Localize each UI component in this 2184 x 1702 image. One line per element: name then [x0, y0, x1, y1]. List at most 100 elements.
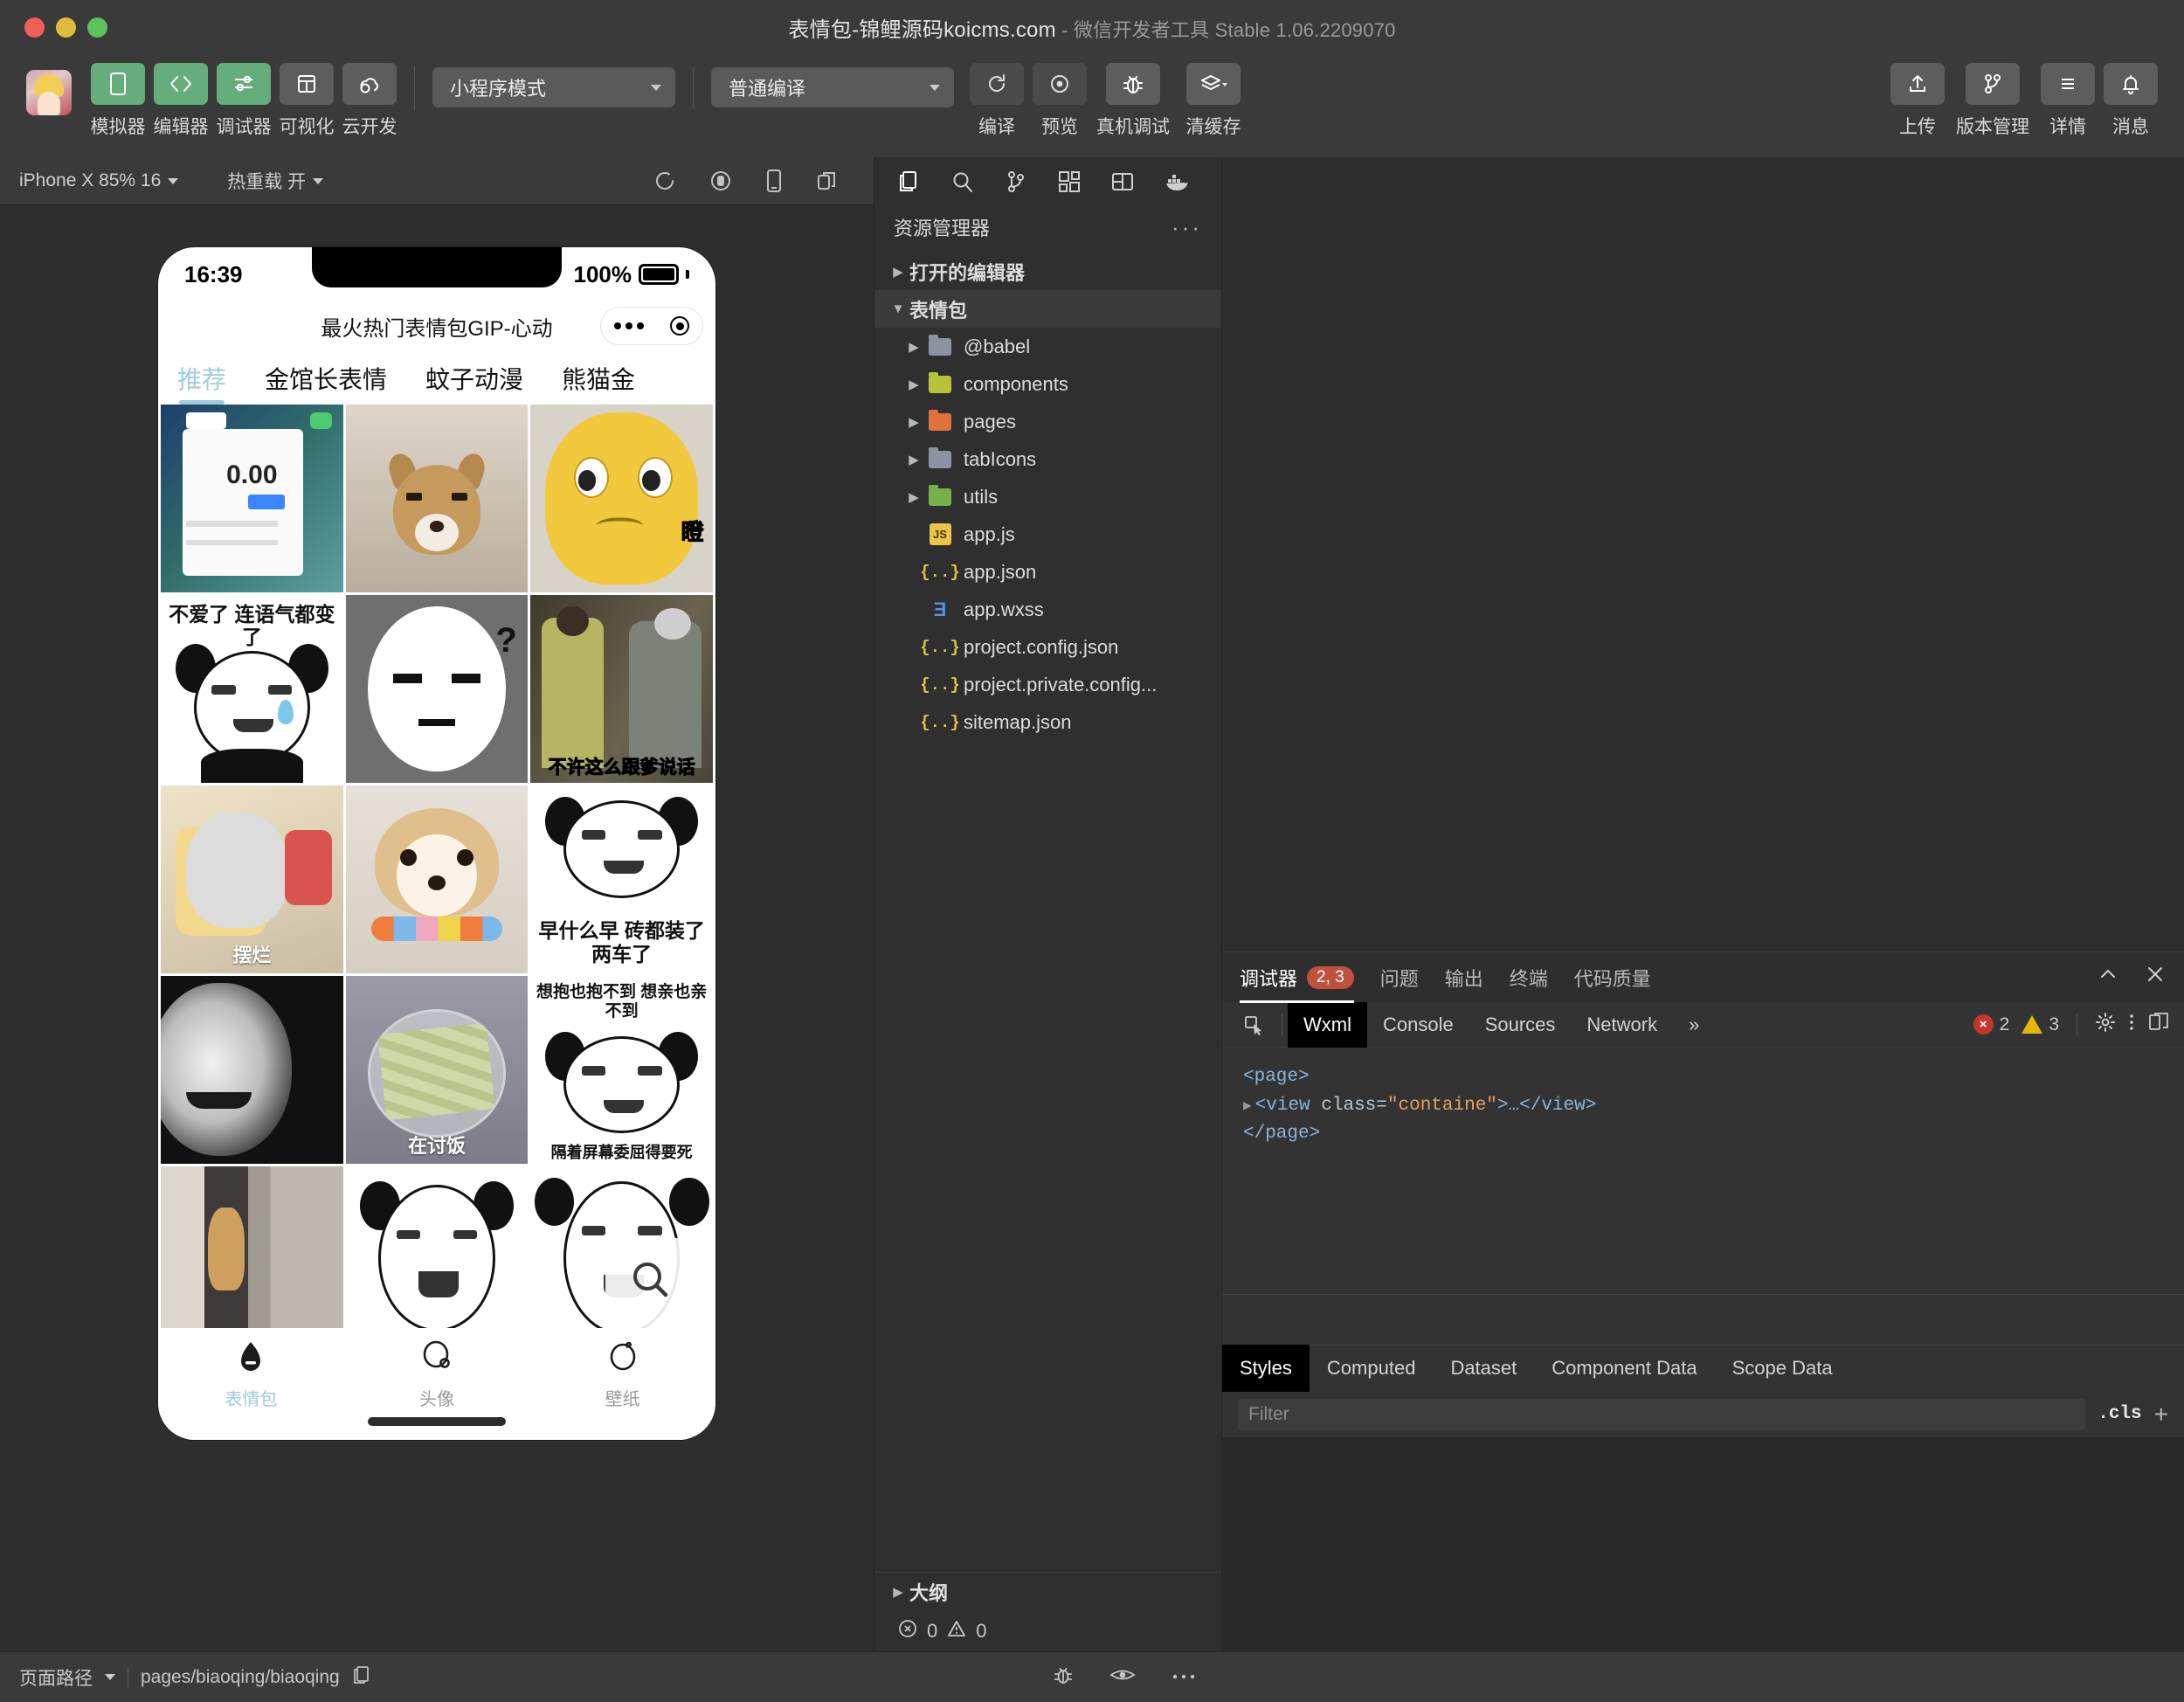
toolbar-button-upload[interactable]: 上传: [1890, 63, 1945, 139]
compile-select[interactable]: 普通编译: [711, 67, 954, 107]
gear-icon[interactable]: [2095, 1012, 2116, 1038]
meme-lazy-cat[interactable]: 摆烂: [161, 785, 343, 973]
close-icon[interactable]: [2144, 963, 2167, 992]
record-icon[interactable]: [709, 170, 732, 192]
error-indicator[interactable]: × 2: [1973, 1014, 2009, 1035]
toolbar-button-editor[interactable]: 编辑器: [154, 63, 209, 139]
toolbar-button-version[interactable]: 版本管理: [1953, 63, 2032, 139]
toolbar-button-messages[interactable]: 消息: [2104, 63, 2158, 139]
mode-select[interactable]: 小程序模式: [432, 67, 675, 107]
page-path-label[interactable]: 页面路径: [19, 1664, 93, 1691]
minimize-button[interactable]: [56, 17, 76, 38]
search-icon[interactable]: [950, 170, 975, 194]
wxml-line-2[interactable]: ▶ <view class="containe">…</view>: [1243, 1092, 2163, 1121]
collapse-icon[interactable]: [2097, 963, 2119, 992]
panel-tab-output[interactable]: 输出: [1445, 952, 1483, 1003]
copy-icon[interactable]: [352, 1664, 371, 1691]
tree-item-project-private-config[interactable]: {..} project.private.config...: [874, 666, 1221, 703]
outline-section[interactable]: ▶ 大纲: [874, 1573, 1221, 1611]
devtools-tab-more[interactable]: »: [1673, 1002, 1715, 1048]
meme-panda-miss[interactable]: 想抱也抱不到 想亲也亲不到 隔着屏幕委屈得要死: [530, 975, 713, 1164]
toolbar-button-visualizer[interactable]: 可视化: [280, 63, 335, 139]
devtools-tab-sources[interactable]: Sources: [1469, 1002, 1572, 1048]
devtools-tab-wxml[interactable]: Wxml: [1288, 1001, 1367, 1048]
tree-item-utils[interactable]: ▶ utils: [874, 478, 1221, 515]
toolbar-button-preview[interactable]: 预览: [1033, 63, 1087, 139]
meme-bw-face[interactable]: [161, 975, 343, 1164]
explorer-more-button[interactable]: ···: [1171, 214, 1202, 241]
docker-icon[interactable]: [1164, 170, 1190, 194]
extensions-icon[interactable]: [1057, 170, 1082, 194]
panel-tab-problems[interactable]: 问题: [1380, 952, 1419, 1003]
wxml-code-view[interactable]: <page> ▶ <view class="containe">…</view> …: [1222, 1048, 2184, 1294]
tabbar-item-stickers[interactable]: 表情包: [158, 1328, 344, 1440]
more-dots-icon[interactable]: [614, 322, 644, 329]
tree-item-app-js[interactable]: JS app.js: [874, 515, 1221, 553]
panel-tab-terminal[interactable]: 终端: [1510, 952, 1548, 1003]
tree-item-project-config[interactable]: {..} project.config.json: [874, 628, 1221, 666]
dock-icon[interactable]: [2147, 1012, 2170, 1038]
meme-drama-scene[interactable]: 不许这么跟爹说话: [530, 594, 713, 783]
styles-tab-styles[interactable]: Styles: [1222, 1345, 1310, 1392]
eye-icon[interactable]: [1109, 1664, 1136, 1690]
device-select[interactable]: iPhone X 85% 16: [19, 170, 179, 191]
meme-panda-tear[interactable]: 不爱了 连语气都变了: [161, 594, 343, 783]
tabbar-item-wallpaper[interactable]: 壁纸: [529, 1328, 715, 1440]
styles-tab-dataset[interactable]: Dataset: [1433, 1345, 1534, 1392]
meme-money-bowl[interactable]: 在讨饭: [345, 975, 529, 1164]
devtools-tab-console[interactable]: Console: [1367, 1002, 1469, 1048]
search-fab-button[interactable]: [605, 1237, 696, 1328]
meme-panda-early[interactable]: 早什么早 砖都装了两车了: [530, 785, 713, 973]
bug-icon[interactable]: [1052, 1664, 1075, 1691]
multi-window-icon[interactable]: [816, 170, 839, 192]
tree-section-open-editors[interactable]: ▶ 打开的编辑器: [874, 253, 1221, 290]
meme-panda-laugh[interactable]: [345, 1166, 529, 1354]
more-icon[interactable]: [1171, 1670, 1197, 1685]
wechat-capsule[interactable]: [600, 307, 703, 345]
tree-item-babel[interactable]: ▶ @babel: [874, 328, 1221, 365]
toolbar-button-compile[interactable]: 编译: [970, 63, 1024, 139]
kebab-menu-icon[interactable]: [2128, 1012, 2135, 1038]
toolbar-button-debugger[interactable]: 调试器: [217, 63, 272, 139]
tree-item-sitemap-json[interactable]: {..} sitemap.json: [874, 703, 1221, 741]
category-tab-jinguanzhang[interactable]: 金馆长表情: [265, 361, 387, 405]
category-tab-recommend[interactable]: 推荐: [177, 361, 226, 405]
element-picker-icon[interactable]: [1231, 1014, 1276, 1036]
toolbar-button-realdevice[interactable]: 真机调试: [1095, 63, 1171, 139]
devtools-tab-network[interactable]: Network: [1571, 1002, 1673, 1048]
cls-button[interactable]: .cls: [2098, 1404, 2141, 1424]
toolbar-button-details[interactable]: 详情: [2041, 63, 2095, 139]
chevron-down-icon[interactable]: [105, 1674, 115, 1680]
meme-yellow-blob[interactable]: 瞪: [530, 405, 713, 592]
hotreload-select[interactable]: 热重载 开: [227, 168, 324, 194]
category-tab-wenzi[interactable]: 蚊子动漫: [425, 361, 523, 405]
warning-indicator[interactable]: 3: [2022, 1014, 2059, 1035]
user-avatar[interactable]: [26, 70, 72, 115]
close-capsule-icon[interactable]: [670, 316, 689, 336]
rotate-device-icon[interactable]: [765, 169, 783, 193]
meme-blank-face[interactable]: ?: [345, 594, 529, 783]
panel-tab-codequality[interactable]: 代码质量: [1574, 952, 1651, 1003]
toolbar-button-simulator[interactable]: 模拟器: [91, 63, 146, 139]
layout-icon[interactable]: [1110, 170, 1135, 194]
add-rule-button[interactable]: +: [2154, 1401, 2168, 1429]
refresh-icon[interactable]: [653, 170, 676, 192]
files-icon[interactable]: [897, 170, 922, 194]
category-tab-panda[interactable]: 熊猫金: [562, 361, 635, 405]
maximize-button[interactable]: [87, 17, 107, 38]
meme-happy-shiba[interactable]: [345, 785, 529, 973]
toolbar-button-clearcache[interactable]: 清缓存: [1179, 63, 1248, 139]
meme-shiba-stare[interactable]: [345, 405, 529, 592]
tree-item-pages[interactable]: ▶ pages: [874, 403, 1221, 440]
tree-section-project[interactable]: ▼ 表情包: [874, 290, 1221, 328]
source-control-icon[interactable]: [1004, 170, 1028, 194]
tree-item-app-json[interactable]: {..} app.json: [874, 553, 1221, 591]
tree-item-components[interactable]: ▶ components: [874, 365, 1221, 403]
tree-item-app-wxss[interactable]: Ǝ app.wxss: [874, 591, 1221, 628]
styles-tab-scope-data[interactable]: Scope Data: [1715, 1345, 1850, 1392]
styles-tab-component-data[interactable]: Component Data: [1534, 1345, 1714, 1392]
panel-tab-debugger[interactable]: 调试器 2, 3: [1240, 952, 1354, 1003]
meme-wallet[interactable]: 0.00: [161, 405, 343, 592]
styles-tab-computed[interactable]: Computed: [1310, 1345, 1434, 1392]
styles-filter-input[interactable]: Filter: [1238, 1398, 2086, 1430]
